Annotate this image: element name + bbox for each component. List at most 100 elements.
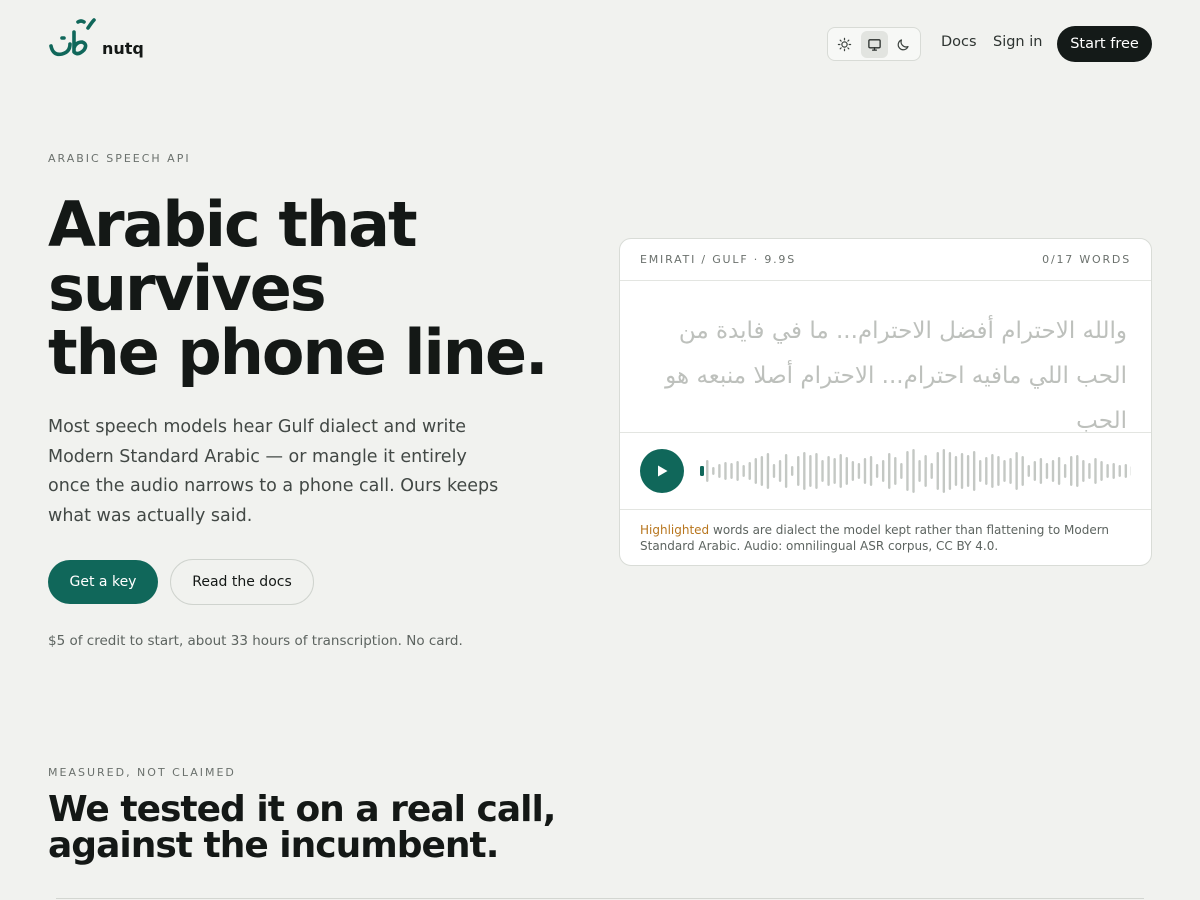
waveform-bar bbox=[1003, 460, 1006, 482]
hero-eyebrow: ARABIC SPEECH API bbox=[48, 152, 191, 165]
waveform-bar bbox=[1082, 460, 1085, 482]
waveform-bar bbox=[1112, 463, 1115, 479]
waveform-bar bbox=[1009, 458, 1012, 484]
waveform-bar bbox=[1106, 464, 1109, 478]
waveform-bar bbox=[851, 461, 855, 481]
waveform-bar bbox=[833, 458, 836, 484]
audio-waveform[interactable] bbox=[700, 446, 1131, 496]
waveform-bar bbox=[1124, 464, 1128, 478]
credit-note: $5 of credit to start, about 33 hours of… bbox=[48, 633, 463, 649]
section-title-line: We tested it on a real call, bbox=[48, 789, 556, 830]
waveform-bar bbox=[821, 460, 824, 482]
waveform-bar bbox=[706, 460, 709, 482]
logo[interactable]: nutq bbox=[48, 18, 144, 60]
hero-title-line: Arabic that bbox=[48, 188, 418, 261]
waveform-bar bbox=[1118, 465, 1121, 477]
play-icon bbox=[658, 465, 668, 477]
waveform-bar bbox=[718, 464, 721, 478]
waveform-bar bbox=[1076, 455, 1079, 487]
theme-light-button[interactable] bbox=[831, 31, 858, 58]
waveform-bar bbox=[924, 455, 927, 487]
waveform-bar bbox=[772, 464, 776, 478]
waveform-bar bbox=[942, 449, 946, 493]
waveform-bar bbox=[742, 465, 745, 477]
waveform-bar bbox=[863, 458, 867, 484]
waveform-bar bbox=[1027, 465, 1030, 477]
section-eyebrow: MEASURED, NOT CLAIMED bbox=[48, 766, 236, 779]
waveform-bar bbox=[960, 453, 964, 489]
transcript-demo-card: EMIRATI / GULF · 9.9S 0/17 WORDS والله ا… bbox=[619, 238, 1152, 566]
moon-icon bbox=[897, 38, 909, 50]
waveform-bar bbox=[839, 454, 842, 488]
logo-arabic-calligraphy bbox=[49, 18, 96, 57]
waveform-bar bbox=[1015, 452, 1018, 490]
waveform-bar bbox=[797, 456, 800, 486]
waveform-bar bbox=[766, 453, 770, 489]
waveform-bar bbox=[1039, 458, 1043, 484]
waveform-bar bbox=[1100, 461, 1103, 481]
audio-player bbox=[620, 433, 1151, 510]
waveform-bar bbox=[918, 460, 921, 482]
brand-name: nutq bbox=[102, 39, 144, 58]
waveform-bar bbox=[936, 452, 939, 490]
monitor-icon bbox=[867, 38, 881, 51]
nav-signin-link[interactable]: Sign in bbox=[993, 34, 1042, 50]
nav-docs-link[interactable]: Docs bbox=[941, 34, 977, 50]
hero-title-line: survives bbox=[48, 252, 327, 325]
footnote-text: words are dialect the model kept rather … bbox=[640, 523, 1110, 553]
waveform-bar bbox=[857, 463, 861, 479]
get-key-button[interactable]: Get a key bbox=[48, 560, 158, 604]
section-title-line: against the incumbent. bbox=[48, 825, 499, 866]
waveform-bar bbox=[948, 452, 952, 490]
card-footnote: Highlighted words are dialect the model … bbox=[620, 510, 1151, 554]
waveform-bar bbox=[809, 455, 812, 487]
waveform-bar bbox=[888, 453, 891, 489]
waveform-bar bbox=[778, 460, 782, 482]
waveform-bar bbox=[803, 452, 806, 490]
waveform-bar bbox=[760, 456, 764, 486]
waveform-bar bbox=[815, 453, 818, 489]
waveform-bar bbox=[930, 463, 933, 479]
waveform-bar bbox=[784, 454, 788, 488]
waveform-bar bbox=[754, 458, 757, 484]
waveform-bar bbox=[700, 466, 704, 476]
waveform-bar bbox=[985, 457, 988, 485]
waveform-bar bbox=[1021, 456, 1024, 486]
waveform-bar bbox=[712, 467, 715, 475]
highlight-term: Highlighted bbox=[640, 523, 710, 537]
waveform-bar bbox=[724, 462, 727, 480]
theme-dark-button[interactable] bbox=[890, 31, 917, 58]
theme-switcher bbox=[827, 27, 921, 61]
arabic-transcript: والله الاحترام أفضل الاحترام... ما في فا… bbox=[620, 281, 1151, 434]
waveform-bar bbox=[881, 460, 885, 482]
waveform-bar bbox=[954, 456, 958, 486]
waveform-bar bbox=[1057, 457, 1061, 485]
waveform-bar bbox=[972, 451, 976, 491]
waveform-bar bbox=[1033, 461, 1037, 481]
hero-title-line: the phone line. bbox=[48, 316, 549, 389]
sun-icon bbox=[837, 37, 852, 51]
hero-title: Arabic that survives the phone line. bbox=[48, 193, 568, 385]
waveform-bar bbox=[1070, 456, 1073, 486]
theme-system-button[interactable] bbox=[860, 30, 888, 58]
waveform-bar bbox=[748, 462, 751, 480]
waveform-bar bbox=[845, 457, 848, 485]
word-counter: 0/17 WORDS bbox=[1042, 253, 1131, 266]
play-button[interactable] bbox=[640, 449, 684, 493]
waveform-bar bbox=[1051, 460, 1055, 482]
waveform-bar bbox=[1063, 464, 1067, 478]
waveform-bar bbox=[827, 456, 830, 486]
waveform-bar bbox=[900, 463, 903, 479]
waveform-bar bbox=[906, 451, 909, 491]
waveform-bar bbox=[869, 456, 873, 486]
card-header: EMIRATI / GULF · 9.9S 0/17 WORDS bbox=[620, 239, 1151, 281]
read-docs-button[interactable]: Read the docs bbox=[170, 559, 314, 605]
section-divider bbox=[56, 898, 1144, 899]
hero-description: Most speech models hear Gulf dialect and… bbox=[48, 417, 499, 526]
waveform-bar bbox=[997, 456, 1000, 486]
waveform-bar bbox=[1045, 463, 1049, 479]
waveform-bar bbox=[736, 461, 739, 481]
start-free-button[interactable]: Start free bbox=[1057, 26, 1152, 62]
waveform-bar bbox=[875, 464, 879, 478]
waveform-bar bbox=[1088, 463, 1091, 479]
